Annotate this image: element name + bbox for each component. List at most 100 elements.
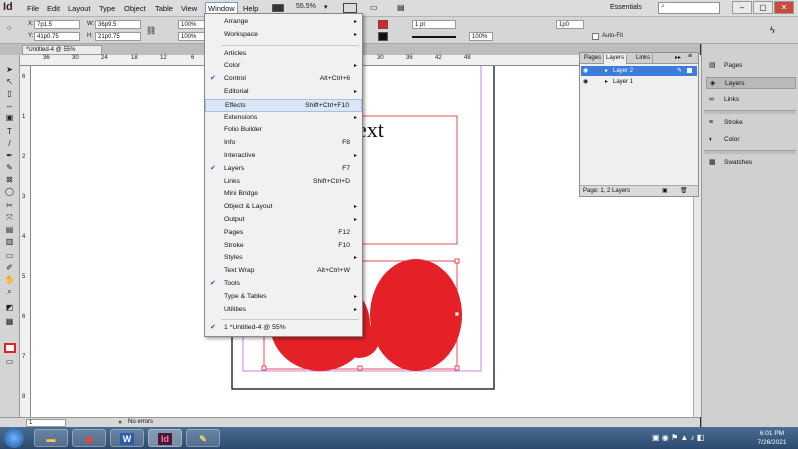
menu-item-links[interactable]: Links Shift+Ctrl+D [205,176,362,189]
menu-file[interactable]: File [27,4,39,13]
zoom-tool-icon[interactable]: ⌕ [3,287,16,297]
direct-selection-tool-icon[interactable]: ↖ [3,77,16,87]
note-tool-icon[interactable]: ▭ [3,251,16,261]
quick-apply-icon[interactable]: ϟ [770,25,775,35]
scissors-tool-icon[interactable]: ✂ [3,201,16,211]
gap-tool-icon[interactable]: ↔ [3,101,16,111]
taskbar-indesign[interactable]: Id [148,429,182,447]
panel-swatches[interactable]: ▦ Swatches [706,157,796,169]
constrain-proportions-icon[interactable]: ⛓ [146,26,156,35]
menu-item-interactive[interactable]: Interactive ▸ [205,150,362,163]
taskbar-word[interactable]: W [110,429,144,447]
y-field[interactable]: 41p0.75 [34,32,80,41]
ellipse-tool-icon[interactable]: ◯ [3,187,16,197]
taskbar-chrome[interactable]: ◉ [72,429,106,447]
menu-item-mini-bridge[interactable]: Mini Bridge [205,188,362,201]
expand-layer-icon[interactable]: ▸ [605,66,608,76]
opacity-field[interactable]: 100% [469,32,493,41]
page-number-field[interactable]: 1 [26,419,66,427]
menu-item-styles[interactable]: Styles ▸ [205,252,362,265]
formatting-affects-icon[interactable]: ▦ [3,317,16,327]
panel-pages[interactable]: ▤ Pages [706,60,796,72]
stroke-type-select[interactable] [412,36,456,38]
menu-view[interactable]: View [181,4,197,13]
panel-links[interactable]: ∞ Links [706,94,796,106]
layer-row[interactable]: ◉ ▸ Layer 2 ✎ [581,66,697,76]
document-tab[interactable]: *Untitled-4 @ 55% [22,45,102,55]
menu-item-object-layout[interactable]: Object & Layout ▸ [205,201,362,214]
hand-tool-icon[interactable]: ✋ [3,275,16,285]
fill-swatch[interactable] [378,20,388,29]
bridge-icon[interactable] [272,4,284,12]
system-tray-icons[interactable]: ▣ ◉ ⚑ ▲ ♪ ◧ [652,433,704,442]
w-field[interactable]: 36p9.5 [95,20,141,29]
stroke-swatch[interactable] [378,32,388,41]
menu-table[interactable]: Table [155,4,173,13]
menu-item-effects[interactable]: Effects Shift+Ctrl+F10 [205,98,362,112]
menu-item-pages[interactable]: Pages F12 [205,227,362,240]
free-transform-tool-icon[interactable]: ⤧ [3,213,16,223]
pencil-tool-icon[interactable]: ✎ [3,163,16,173]
menu-item-folio-builder[interactable]: Folio Builder [205,124,362,137]
collapse-panel-icon[interactable]: ▸▸ [675,54,681,61]
panel-layers[interactable]: ◈ Layers [706,77,796,89]
offset-field[interactable]: 1p0 [556,20,584,29]
panel-color[interactable]: ◐ Color [706,134,796,146]
preflight-status[interactable]: No errors [128,419,153,425]
expand-layer-icon[interactable]: ▸ [605,77,608,87]
chevron-down-icon[interactable]: ▾ [324,3,328,11]
stroke-weight-field[interactable]: 1 pt [412,20,456,29]
menu-item-color[interactable]: Color ▸ [205,60,362,73]
view-options-icon[interactable] [343,3,357,13]
tab-pages[interactable]: Pages [582,54,605,64]
tab-links[interactable]: Links [634,54,654,64]
screen-mode-icon[interactable]: ▭ [370,3,378,12]
fill-stroke-icon[interactable]: ◩ [3,303,16,313]
taskbar-paint[interactable]: ✎ [186,429,220,447]
zoom-select[interactable]: 55.5% [296,3,316,10]
panel-stroke[interactable]: ≡ Stroke [706,117,796,129]
menu-layout[interactable]: Layout [68,4,91,13]
tab-layers[interactable]: Layers [604,54,628,64]
type-tool-icon[interactable]: T [3,127,16,137]
menu-item-utilities[interactable]: Utilities ▸ [205,304,362,317]
menu-item-editorial[interactable]: Editorial ▸ [205,86,362,99]
gradient-swatch-tool-icon[interactable]: ▤ [3,225,16,235]
x-field[interactable]: 7p1.5 [34,20,80,29]
close-button[interactable]: ✕ [774,1,794,14]
menu-item-info[interactable]: Info F8 [205,137,362,150]
menu-item-output[interactable]: Output ▸ [205,214,362,227]
arrange-documents-icon[interactable]: ▤ [397,3,405,12]
menu-item-type-tables[interactable]: Type & Tables ▸ [205,291,362,304]
h-field[interactable]: 21p0.75 [95,32,141,41]
content-collector-icon[interactable]: ▣ [3,113,16,123]
menu-item-workspace[interactable]: Workspace ▸ [205,29,362,42]
menu-item-layers[interactable]: ✔ Layers F7 [205,163,362,176]
eyedropper-tool-icon[interactable]: ✐ [3,263,16,273]
search-input[interactable] [658,2,720,14]
workspace-switcher[interactable]: Essentials [610,4,642,11]
page-tool-icon[interactable]: ▯ [3,89,16,99]
taskbar-explorer[interactable]: ▬ [34,429,68,447]
clock[interactable]: 6:01 PM 7/26/2021 [748,429,796,447]
menu-help[interactable]: Help [243,4,258,13]
menu-type[interactable]: Type [99,4,115,13]
normal-mode-icon[interactable] [4,343,16,353]
reference-point-icon[interactable]: ⁘ [6,24,13,33]
menu-object[interactable]: Object [124,4,146,13]
menu-item-arrange[interactable]: Arrange ▸ [205,16,362,29]
screen-mode-icon[interactable]: ▭ [3,357,16,367]
selection-indicator-icon[interactable] [687,68,692,73]
minimize-button[interactable]: – [732,1,752,14]
layer-row[interactable]: ◉ ▸ Layer 1 [581,77,697,87]
menu-item-text-wrap[interactable]: Text Wrap Alt+Ctrl+W [205,265,362,278]
start-button[interactable] [4,428,24,448]
trash-icon[interactable]: 🗑 [680,186,688,196]
rectangle-frame-tool-icon[interactable]: ⊠ [3,175,16,185]
new-layer-icon[interactable]: ▣ [662,186,668,196]
auto-fit-checkbox[interactable] [592,33,599,40]
menu-item-extensions[interactable]: Extensions ▸ [205,112,362,125]
eye-icon[interactable]: ◉ [583,77,588,87]
menu-item-control[interactable]: ✔ Control Alt+Ctrl+6 [205,73,362,86]
menu-item-articles[interactable]: Articles [205,48,362,61]
